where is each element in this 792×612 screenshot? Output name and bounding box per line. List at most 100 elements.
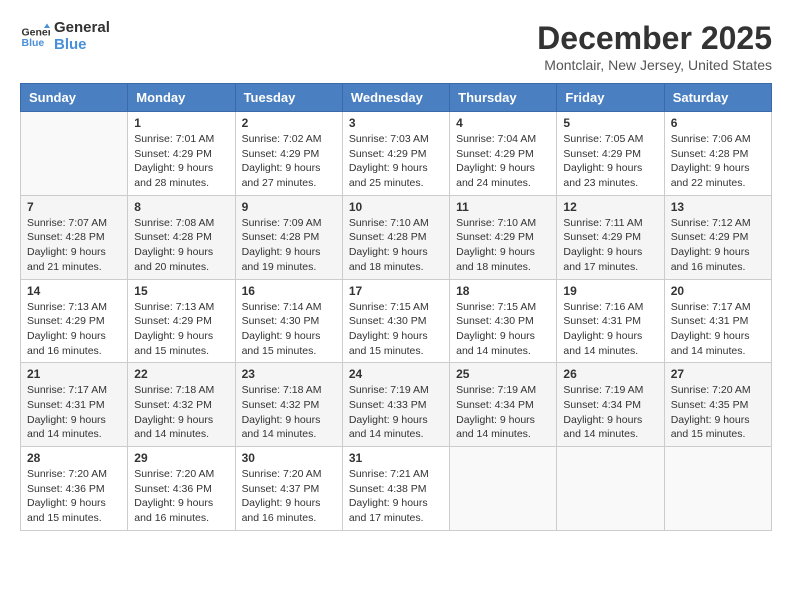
day-info: Sunrise: 7:09 AMSunset: 4:28 PMDaylight:… [242, 216, 336, 275]
calendar-day-cell: 30Sunrise: 7:20 AMSunset: 4:37 PMDayligh… [235, 447, 342, 531]
calendar-day-cell: 13Sunrise: 7:12 AMSunset: 4:29 PMDayligh… [664, 195, 771, 279]
calendar-day-cell: 11 Sunrise: 7:10 AMSunset: 4:29 PMDayligh… [450, 195, 557, 279]
day-number: 14 [27, 284, 121, 298]
day-number: 5 [563, 116, 657, 130]
day-number: 10 [349, 200, 443, 214]
calendar-day-cell: 21 Sunrise: 7:17 AMSunset: 4:31 PMDayligh… [21, 363, 128, 447]
day-number: 31 [349, 451, 443, 465]
calendar-day-cell: 12Sunrise: 7:11 AMSunset: 4:29 PMDayligh… [557, 195, 664, 279]
day-info: Sunrise: 7:10 AMSunset: 4:28 PMDaylight:… [349, 216, 443, 275]
day-number: 13 [671, 200, 765, 214]
day-info: Sunrise: 7:15 AMSunset: 4:30 PMDaylight:… [349, 300, 443, 359]
calendar-empty-cell [450, 447, 557, 531]
calendar-week-row: 21 Sunrise: 7:17 AMSunset: 4:31 PMDayligh… [21, 363, 772, 447]
location-label: Montclair, New Jersey, United States [537, 57, 772, 73]
day-number: 23 [242, 367, 336, 381]
calendar-day-cell: 14 Sunrise: 7:13 AMSunset: 4:29 PMDayligh… [21, 279, 128, 363]
day-info: Sunrise: 7:07 AMSunset: 4:28 PMDaylight:… [27, 216, 121, 275]
day-info: Sunrise: 7:19 AMSunset: 4:34 PMDaylight:… [563, 383, 657, 442]
day-number: 18 [456, 284, 550, 298]
day-number: 16 [242, 284, 336, 298]
calendar-day-cell: 5 Sunrise: 7:05 AMSunset: 4:29 PMDaylight… [557, 112, 664, 196]
day-info: Sunrise: 7:21 AMSunset: 4:38 PMDaylight:… [349, 467, 443, 526]
svg-text:Blue: Blue [22, 37, 45, 49]
calendar-day-cell: 25 Sunrise: 7:19 AMSunset: 4:34 PMDayligh… [450, 363, 557, 447]
day-info: Sunrise: 7:18 AMSunset: 4:32 PMDaylight:… [242, 383, 336, 442]
calendar-day-cell: 31 Sunrise: 7:21 AMSunset: 4:38 PMDayligh… [342, 447, 449, 531]
day-number: 11 [456, 200, 550, 214]
calendar-week-row: 14 Sunrise: 7:13 AMSunset: 4:29 PMDayligh… [21, 279, 772, 363]
calendar-day-cell: 7 Sunrise: 7:07 AMSunset: 4:28 PMDaylight… [21, 195, 128, 279]
day-number: 9 [242, 200, 336, 214]
calendar-day-cell: 8 Sunrise: 7:08 AMSunset: 4:28 PMDaylight… [128, 195, 235, 279]
day-number: 22 [134, 367, 228, 381]
day-info: Sunrise: 7:10 AMSunset: 4:29 PMDaylight:… [456, 216, 550, 275]
calendar-day-cell: 15Sunrise: 7:13 AMSunset: 4:29 PMDayligh… [128, 279, 235, 363]
calendar-day-cell: 27 Sunrise: 7:20 AMSunset: 4:35 PMDayligh… [664, 363, 771, 447]
day-info: Sunrise: 7:19 AMSunset: 4:33 PMDaylight:… [349, 383, 443, 442]
day-info: Sunrise: 7:15 AMSunset: 4:30 PMDaylight:… [456, 300, 550, 359]
day-info: Sunrise: 7:13 AMSunset: 4:29 PMDaylight:… [134, 300, 228, 359]
calendar-week-row: 1 Sunrise: 7:01 AMSunset: 4:29 PMDaylight… [21, 112, 772, 196]
calendar-day-cell: 16Sunrise: 7:14 AMSunset: 4:30 PMDayligh… [235, 279, 342, 363]
day-info: Sunrise: 7:03 AMSunset: 4:29 PMDaylight:… [349, 132, 443, 191]
day-number: 28 [27, 451, 121, 465]
title-area: December 2025 Montclair, New Jersey, Uni… [537, 20, 772, 73]
day-number: 27 [671, 367, 765, 381]
calendar-day-cell: 2Sunrise: 7:02 AMSunset: 4:29 PMDaylight… [235, 112, 342, 196]
calendar-empty-cell [557, 447, 664, 531]
day-info: Sunrise: 7:05 AMSunset: 4:29 PMDaylight:… [563, 132, 657, 191]
day-info: Sunrise: 7:19 AMSunset: 4:34 PMDaylight:… [456, 383, 550, 442]
calendar-header-row: SundayMondayTuesdayWednesdayThursdayFrid… [21, 84, 772, 112]
logo: General Blue General Blue [20, 20, 110, 53]
day-number: 24 [349, 367, 443, 381]
weekday-header-monday: Monday [128, 84, 235, 112]
day-number: 12 [563, 200, 657, 214]
day-info: Sunrise: 7:20 AMSunset: 4:35 PMDaylight:… [671, 383, 765, 442]
day-info: Sunrise: 7:20 AMSunset: 4:36 PMDaylight:… [27, 467, 121, 526]
day-info: Sunrise: 7:20 AMSunset: 4:36 PMDaylight:… [134, 467, 228, 526]
calendar-day-cell: 4 Sunrise: 7:04 AMSunset: 4:29 PMDaylight… [450, 112, 557, 196]
day-info: Sunrise: 7:17 AMSunset: 4:31 PMDaylight:… [27, 383, 121, 442]
weekday-header-saturday: Saturday [664, 84, 771, 112]
day-number: 7 [27, 200, 121, 214]
day-info: Sunrise: 7:08 AMSunset: 4:28 PMDaylight:… [134, 216, 228, 275]
day-number: 3 [349, 116, 443, 130]
calendar-day-cell: 1 Sunrise: 7:01 AMSunset: 4:29 PMDaylight… [128, 112, 235, 196]
weekday-header-wednesday: Wednesday [342, 84, 449, 112]
logo-text-line2: Blue [54, 37, 110, 54]
logo-icon: General Blue [20, 22, 50, 52]
calendar-day-cell: 3 Sunrise: 7:03 AMSunset: 4:29 PMDaylight… [342, 112, 449, 196]
calendar-day-cell: 24 Sunrise: 7:19 AMSunset: 4:33 PMDayligh… [342, 363, 449, 447]
day-info: Sunrise: 7:17 AMSunset: 4:31 PMDaylight:… [671, 300, 765, 359]
day-number: 17 [349, 284, 443, 298]
month-title: December 2025 [537, 20, 772, 57]
weekday-header-tuesday: Tuesday [235, 84, 342, 112]
day-info: Sunrise: 7:02 AMSunset: 4:29 PMDaylight:… [242, 132, 336, 191]
calendar-empty-cell [21, 112, 128, 196]
weekday-header-sunday: Sunday [21, 84, 128, 112]
day-number: 1 [134, 116, 228, 130]
day-number: 29 [134, 451, 228, 465]
day-info: Sunrise: 7:01 AMSunset: 4:29 PMDaylight:… [134, 132, 228, 191]
day-number: 21 [27, 367, 121, 381]
logo-text-line1: General [54, 20, 110, 37]
day-number: 30 [242, 451, 336, 465]
weekday-header-thursday: Thursday [450, 84, 557, 112]
day-info: Sunrise: 7:04 AMSunset: 4:29 PMDaylight:… [456, 132, 550, 191]
calendar-day-cell: 18 Sunrise: 7:15 AMSunset: 4:30 PMDayligh… [450, 279, 557, 363]
day-number: 26 [563, 367, 657, 381]
calendar-day-cell: 10 Sunrise: 7:10 AMSunset: 4:28 PMDayligh… [342, 195, 449, 279]
day-info: Sunrise: 7:13 AMSunset: 4:29 PMDaylight:… [27, 300, 121, 359]
day-number: 4 [456, 116, 550, 130]
day-number: 19 [563, 284, 657, 298]
calendar-day-cell: 9 Sunrise: 7:09 AMSunset: 4:28 PMDaylight… [235, 195, 342, 279]
calendar-day-cell: 29 Sunrise: 7:20 AMSunset: 4:36 PMDayligh… [128, 447, 235, 531]
day-info: Sunrise: 7:06 AMSunset: 4:28 PMDaylight:… [671, 132, 765, 191]
day-number: 25 [456, 367, 550, 381]
calendar-day-cell: 17 Sunrise: 7:15 AMSunset: 4:30 PMDayligh… [342, 279, 449, 363]
calendar-day-cell: 28 Sunrise: 7:20 AMSunset: 4:36 PMDayligh… [21, 447, 128, 531]
calendar-empty-cell [664, 447, 771, 531]
weekday-header-friday: Friday [557, 84, 664, 112]
day-number: 8 [134, 200, 228, 214]
